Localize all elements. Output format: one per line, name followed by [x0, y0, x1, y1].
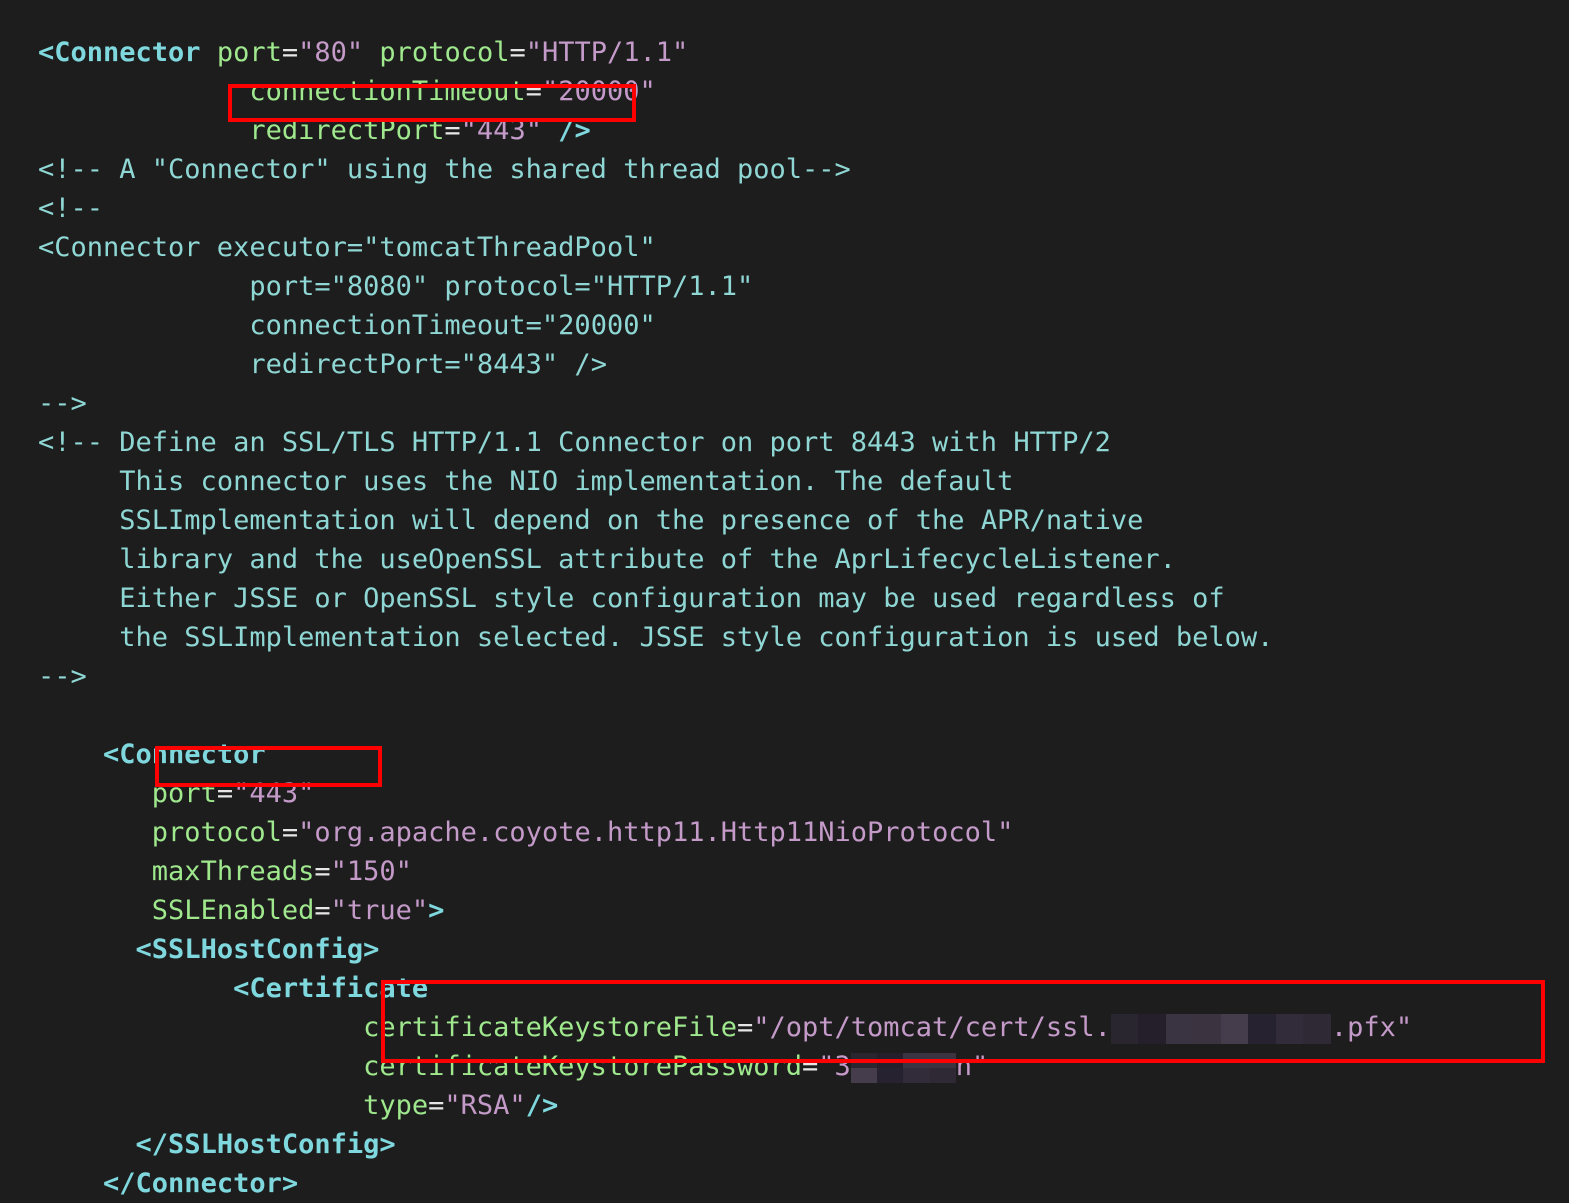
token-attr: port — [216, 37, 282, 68]
code-line[interactable] — [38, 696, 1412, 735]
token-attr: maxThreads — [151, 856, 315, 887]
token-eq: = — [509, 37, 526, 68]
token-val: "150" — [330, 856, 412, 887]
code-line[interactable]: protocol="org.apache.coyote.http11.Http1… — [38, 813, 1412, 852]
code-line[interactable]: the SSLImplementation selected. JSSE sty… — [38, 618, 1412, 657]
token-val: "80" — [298, 37, 364, 68]
token-comment: the SSLImplementation selected. JSSE sty… — [119, 622, 1274, 653]
token-comment: This connector uses the NIO implementati… — [119, 466, 1014, 497]
token-attr: protocol — [379, 37, 510, 68]
token-tag: <Connector — [103, 739, 266, 770]
token-val: "/opt/tomcat/cert/ssl. — [753, 1012, 1111, 1043]
code-line[interactable]: Either JSSE or OpenSSL style configurati… — [38, 579, 1412, 618]
code-line[interactable]: type="RSA"/> — [38, 1086, 1412, 1125]
token-eq: = — [314, 856, 331, 887]
code-line[interactable]: port="443" — [38, 774, 1412, 813]
token-val: "true" — [330, 895, 429, 926]
code-line[interactable]: SSLImplementation will depend on the pre… — [38, 501, 1412, 540]
code-line[interactable]: library and the useOpenSSL attribute of … — [38, 540, 1412, 579]
code-line[interactable]: maxThreads="150" — [38, 852, 1412, 891]
token-comment: --> — [38, 388, 87, 419]
code-line[interactable]: <Connector executor="tomcatThreadPool" — [38, 228, 1412, 267]
token-comment: connectionTimeout="20000" — [249, 310, 656, 341]
code-line[interactable]: connectionTimeout="20000" — [38, 72, 1412, 111]
code-listing[interactable]: <Connector port="80" protocol="HTTP/1.1"… — [38, 33, 1412, 1203]
token-punct: > — [428, 895, 445, 926]
code-line[interactable]: This connector uses the NIO implementati… — [38, 462, 1412, 501]
token-attr: certificateKeystoreFile — [363, 1012, 737, 1043]
token-val: .pfx" — [1330, 1012, 1413, 1043]
code-line[interactable]: </SSLHostConfig> — [38, 1125, 1412, 1164]
code-line[interactable]: <SSLHostConfig> — [38, 930, 1412, 969]
token-attr: certificateKeystorePassword — [363, 1051, 803, 1082]
code-line[interactable]: SSLEnabled="true"> — [38, 891, 1412, 930]
token-comment: <Connector executor="tomcatThreadPool" — [38, 232, 656, 263]
token-eq: = — [216, 778, 234, 809]
code-line[interactable]: certificateKeystorePassword="3 n" — [38, 1047, 1412, 1086]
token-val: n" — [955, 1051, 989, 1082]
token-comment: <!-- A "Connector" using the shared thre… — [38, 154, 851, 185]
token-tag: <Connector — [38, 37, 201, 68]
code-line[interactable]: port="8080" protocol="HTTP/1.1" — [38, 267, 1412, 306]
code-line[interactable]: <!-- — [38, 189, 1412, 228]
code-line[interactable]: --> — [38, 384, 1412, 423]
token-tag: <Certificate — [233, 973, 429, 1004]
token-tag: <SSLHostConfig> — [135, 934, 380, 965]
token-attr: SSLEnabled — [151, 895, 315, 926]
token-comment: port="8080" protocol="HTTP/1.1" — [249, 271, 754, 302]
code-line[interactable]: <Connector port="80" protocol="HTTP/1.1" — [38, 33, 1412, 72]
token-tag: </Connector> — [103, 1168, 299, 1199]
token-eq: = — [314, 895, 331, 926]
code-line[interactable]: <Certificate — [38, 969, 1412, 1008]
token-attr: protocol — [151, 817, 282, 848]
token-tag: </SSLHostConfig> — [135, 1129, 396, 1160]
token-attr: type — [363, 1090, 429, 1121]
token-val: "443" — [460, 115, 542, 146]
code-line[interactable]: connectionTimeout="20000" — [38, 306, 1412, 345]
token-eq: = — [428, 1090, 445, 1121]
code-line[interactable]: redirectPort="443" /> — [38, 111, 1412, 150]
redacted-text — [850, 1052, 956, 1083]
code-line[interactable]: <Connector — [38, 735, 1412, 774]
token-attr: redirectPort — [249, 115, 445, 146]
code-line[interactable]: <!-- Define an SSL/TLS HTTP/1.1 Connecto… — [38, 423, 1412, 462]
token-val: "org.apache.coyote.http11.Http11NioProto… — [298, 817, 1014, 848]
token-eq: = — [281, 817, 299, 848]
token-val: "443" — [233, 778, 315, 809]
token-comment: Either JSSE or OpenSSL style configurati… — [119, 583, 1225, 614]
code-line[interactable]: certificateKeystoreFile="/opt/tomcat/cer… — [38, 1008, 1412, 1047]
token-val: "3 — [818, 1051, 851, 1082]
code-line[interactable]: redirectPort="8443" /> — [38, 345, 1412, 384]
token-comment: <!-- — [38, 193, 104, 224]
token-punct: /> — [558, 115, 591, 146]
token-eq: = — [281, 37, 299, 68]
token-comment: library and the useOpenSSL attribute of … — [119, 544, 1176, 575]
token-val: "20000" — [541, 76, 656, 107]
code-viewer: <Connector port="80" protocol="HTTP/1.1"… — [0, 0, 1569, 1199]
token-attr: connectionTimeout — [249, 76, 526, 107]
token-attr: port — [151, 778, 217, 809]
token-val: "HTTP/1.1" — [525, 37, 689, 68]
token-eq: = — [444, 115, 461, 146]
code-line[interactable]: </Connector> — [38, 1164, 1412, 1203]
redacted-text — [1110, 1013, 1331, 1044]
code-line[interactable]: --> — [38, 657, 1412, 696]
token-punct: /> — [525, 1090, 559, 1121]
token-comment: redirectPort="8443" /> — [249, 349, 607, 380]
token-comment: <!-- Define an SSL/TLS HTTP/1.1 Connecto… — [38, 427, 1111, 458]
token-comment: --> — [38, 661, 87, 692]
token-eq: = — [802, 1051, 819, 1082]
code-line[interactable]: <!-- A "Connector" using the shared thre… — [38, 150, 1412, 189]
token-eq: = — [525, 76, 542, 107]
token-comment: SSLImplementation will depend on the pre… — [119, 505, 1144, 536]
token-eq: = — [736, 1012, 754, 1043]
token-val: "RSA" — [444, 1090, 526, 1121]
